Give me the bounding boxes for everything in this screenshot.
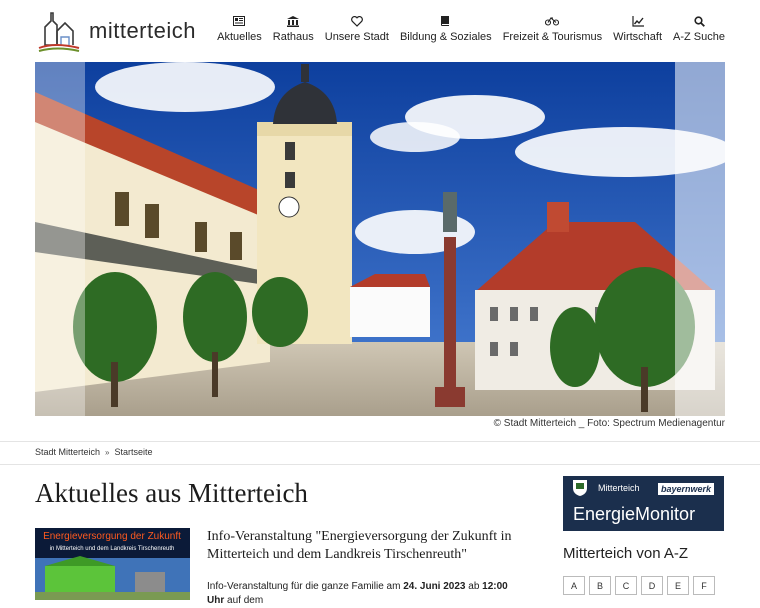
nav-item-freizeit-tourismus[interactable]: Freizeit & Tourismus [503, 14, 602, 43]
energiemonitor-town: Mitterteich [598, 483, 640, 493]
az-heading: Mitterteich von A-Z [563, 545, 689, 562]
news-title-link[interactable]: Info-Veranstaltung "Energieversorgung de… [207, 528, 527, 564]
news-teaser: Info-Veranstaltung für die ganze Familie… [207, 580, 527, 608]
nav-item-label: Bildung & Soziales [399, 31, 492, 43]
breadcrumb: Stadt Mitterteich » Startseite [35, 447, 153, 457]
nav-item-label: A-Z Suche [673, 31, 725, 43]
logo-mark-icon [38, 12, 80, 52]
search-icon [692, 14, 706, 28]
teaser-date: 24. Juni 2023 [403, 581, 466, 592]
breadcrumb-separator: » [105, 447, 110, 457]
building-columns-icon [286, 14, 300, 28]
az-letter-c[interactable]: C [615, 576, 637, 595]
nav-item-bildung-soziales[interactable]: Bildung & Soziales [400, 14, 492, 43]
site-name: mitterteich [89, 18, 196, 43]
nav-item-label: Aktuelles [217, 31, 262, 43]
nav-item-rathaus[interactable]: Rathaus [273, 14, 314, 43]
line-chart-icon [631, 14, 645, 28]
book-icon [439, 14, 453, 28]
az-letter-e[interactable]: E [667, 576, 689, 595]
bicycle-icon [545, 14, 560, 28]
teaser-text-end: auf dem [224, 595, 264, 606]
heart-icon [350, 14, 364, 28]
hero-credit: © Stadt Mitterteich _ Foto: Spectrum Med… [493, 418, 725, 429]
nav-item-label: Freizeit & Tourismus [502, 31, 603, 43]
thumb-title: Energieversorgung der Zukunft [43, 531, 181, 542]
nav-item-wirtschaft[interactable]: Wirtschaft [613, 14, 662, 43]
az-letter-a[interactable]: A [563, 576, 585, 595]
nav-item-a-z-suche[interactable]: A-Z Suche [673, 14, 725, 43]
nav-item-label: Wirtschaft [613, 31, 663, 43]
az-letter-b[interactable]: B [589, 576, 611, 595]
site-header: mitterteich Aktuelles Rathaus Unsere Stadt… [0, 0, 760, 60]
teaser-text-mid: ab [465, 581, 483, 592]
breadcrumb-current: Startseite [114, 447, 153, 457]
nav-item-unsere-stadt[interactable]: Unsere Stadt [325, 14, 389, 43]
town-crest-icon [573, 480, 587, 496]
energiemonitor-title: EnergieMonitor [573, 504, 696, 524]
site-logo[interactable]: mitterteich [35, 6, 205, 56]
newspaper-icon [232, 14, 246, 28]
breadcrumb-home-link[interactable]: Stadt Mitterteich [35, 447, 100, 457]
nav-item-aktuelles[interactable]: Aktuelles [217, 14, 262, 43]
az-letter-list: ABCDEF [563, 576, 719, 595]
nav-item-label: Rathaus [272, 31, 314, 43]
energiemonitor-banner[interactable]: Mitterteich bayernwerk EnergieMonitor [563, 476, 724, 531]
main-nav: Aktuelles Rathaus Unsere Stadt Bildung & So… [217, 14, 725, 43]
az-letter-f[interactable]: F [693, 576, 715, 595]
teaser-text: Info-Veranstaltung für die ganze Familie… [207, 581, 404, 592]
thumb-subtitle: in Mitterteich und dem Landkreis Tirsche… [50, 546, 175, 552]
page-title: Aktuelles aus Mitterteich [35, 478, 308, 508]
nav-item-label: Unsere Stadt [324, 31, 389, 43]
hero-image [35, 62, 725, 416]
breadcrumb-bar: Stadt Mitterteich » Startseite [0, 441, 760, 465]
bayernwerk-logo: bayernwerk [657, 483, 714, 495]
az-letter-d[interactable]: D [641, 576, 663, 595]
news-thumbnail[interactable]: Energieversorgung der Zukunft in Mittert… [35, 528, 190, 600]
